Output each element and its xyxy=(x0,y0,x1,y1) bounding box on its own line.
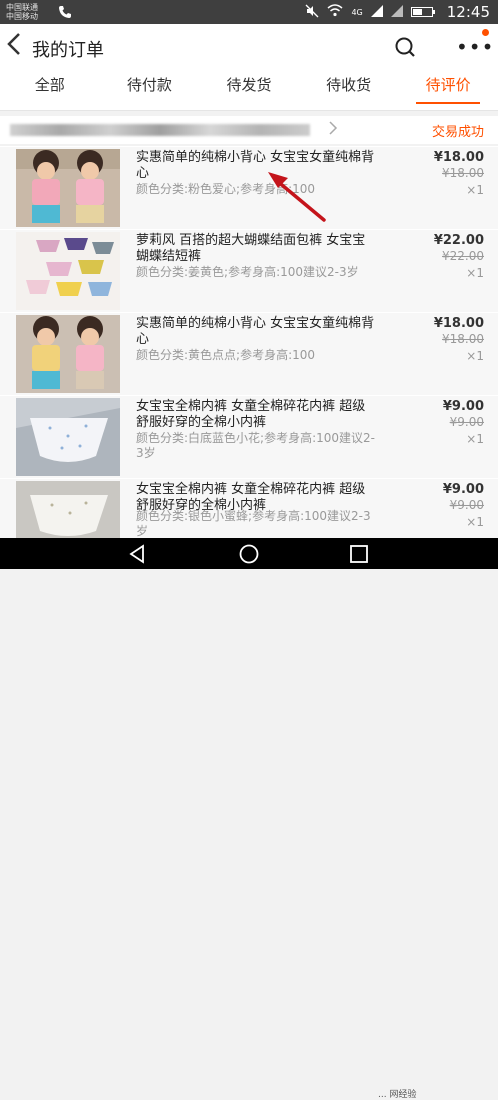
product-thumbnail[interactable] xyxy=(16,398,120,476)
nav-recent-button[interactable] xyxy=(348,543,370,565)
product-price: ¥9.00 xyxy=(442,482,484,497)
chevron-right-icon xyxy=(328,118,338,142)
watermark: ... 网经验 xyxy=(378,1090,417,1100)
tab-pending-payment[interactable]: 待付款 xyxy=(100,70,200,110)
original-price: ¥9.00 xyxy=(449,498,484,512)
original-price: ¥22.00 xyxy=(442,249,484,263)
order-item[interactable]: 女宝宝全棉内裤 女童全棉碎花内裤 超级舒服好穿的全棉小内裤 颜色分类:白底蓝色小… xyxy=(0,395,498,480)
product-name: 萝莉风 百搭的超大蝴蝶结面包裤 女宝宝蝴蝶结短裤 xyxy=(136,233,366,264)
product-spec: 颜色分类:姜黄色;参考身高:100建议2-3岁 xyxy=(136,265,359,279)
quantity: ×1 xyxy=(466,515,484,529)
phone-icon xyxy=(58,4,72,23)
nav-home-button[interactable] xyxy=(238,543,260,565)
product-thumbnail[interactable] xyxy=(16,481,120,539)
product-price: ¥9.00 xyxy=(442,399,484,414)
order-status: 交易成功 xyxy=(431,125,484,140)
square-recent-icon xyxy=(350,545,368,563)
page-title: 我的订单 xyxy=(32,40,104,61)
product-price: ¥18.00 xyxy=(433,316,484,331)
original-price: ¥18.00 xyxy=(442,332,484,346)
battery-icon xyxy=(410,7,435,17)
status-icons: 4G 12:45 xyxy=(305,3,490,21)
product-name: 女宝宝全棉内裤 女童全棉碎花内裤 超级舒服好穿的全棉小内裤 xyxy=(136,399,366,430)
order-item[interactable]: 实惠简单的纯棉小背心 女宝宝女童纯棉背心 颜色分类:粉色爱心;参考身高:100 … xyxy=(0,146,498,231)
nav-back-button[interactable] xyxy=(126,543,148,565)
back-button[interactable] xyxy=(6,32,22,62)
carrier-info: 中国联通 中国移动 xyxy=(6,3,38,21)
original-price: ¥18.00 xyxy=(442,166,484,180)
product-spec: 颜色分类:黄色点点;参考身高:100 xyxy=(136,348,316,362)
more-button[interactable]: ••• xyxy=(456,35,494,59)
notification-dot xyxy=(482,29,489,36)
search-button[interactable] xyxy=(394,36,416,58)
quantity: ×1 xyxy=(466,183,484,197)
quantity: ×1 xyxy=(466,266,484,280)
wifi-icon xyxy=(327,4,343,20)
quantity: ×1 xyxy=(466,349,484,363)
mute-icon xyxy=(305,4,319,21)
shop-name-blurred xyxy=(10,124,310,136)
network-type: 4G xyxy=(351,7,363,17)
order-item[interactable]: 实惠简单的纯棉小背心 女宝宝女童纯棉背心 颜色分类:黄色点点;参考身高:100 … xyxy=(0,312,498,397)
signal-icon-1 xyxy=(370,4,383,20)
clock: 12:45 xyxy=(446,3,490,21)
circle-home-icon xyxy=(239,544,259,564)
carrier-1: 中国联通 xyxy=(6,3,38,12)
original-price: ¥9.00 xyxy=(449,415,484,429)
carrier-2: 中国移动 xyxy=(6,12,38,21)
system-nav-bar: ... 网经验 xyxy=(0,538,498,1100)
signal-icon-2 xyxy=(390,4,403,20)
order-tabs: 全部 待付款 待发货 待收货 待评价 xyxy=(0,70,498,111)
product-price: ¥18.00 xyxy=(433,150,484,165)
product-spec: 颜色分类:银色小蜜蜂;参考身高:100建议2-3岁 xyxy=(136,509,371,538)
product-thumbnail[interactable] xyxy=(16,149,120,227)
quantity: ×1 xyxy=(466,432,484,446)
tab-pending-review[interactable]: 待评价 xyxy=(398,70,498,110)
search-icon xyxy=(395,37,415,57)
triangle-back-icon xyxy=(129,544,144,564)
order-item[interactable]: 女宝宝全棉内裤 女童全棉碎花内裤 超级舒服好穿的全棉小内裤 颜色分类:银色小蜜蜂… xyxy=(0,478,498,539)
tab-pending-shipment[interactable]: 待发货 xyxy=(199,70,299,110)
shop-row[interactable]: 交易成功 xyxy=(0,116,498,144)
tab-all[interactable]: 全部 xyxy=(0,70,100,110)
status-bar: 中国联通 中国移动 4G 12:45 xyxy=(0,0,498,24)
tab-pending-receipt[interactable]: 待收货 xyxy=(299,70,399,110)
product-spec: 颜色分类:白底蓝色小花;参考身高:100建议2-3岁 xyxy=(136,431,375,460)
order-item[interactable]: 萝莉风 百搭的超大蝴蝶结面包裤 女宝宝蝴蝶结短裤 颜色分类:姜黄色;参考身高:1… xyxy=(0,229,498,314)
annotation-arrow-icon xyxy=(268,172,326,222)
product-thumbnail[interactable] xyxy=(16,315,120,393)
product-thumbnail[interactable] xyxy=(16,232,120,310)
chevron-left-icon xyxy=(7,33,20,55)
app-header: 我的订单 ••• xyxy=(0,24,498,70)
product-name: 实惠简单的纯棉小背心 女宝宝女童纯棉背心 xyxy=(136,316,375,347)
product-price: ¥22.00 xyxy=(433,233,484,248)
